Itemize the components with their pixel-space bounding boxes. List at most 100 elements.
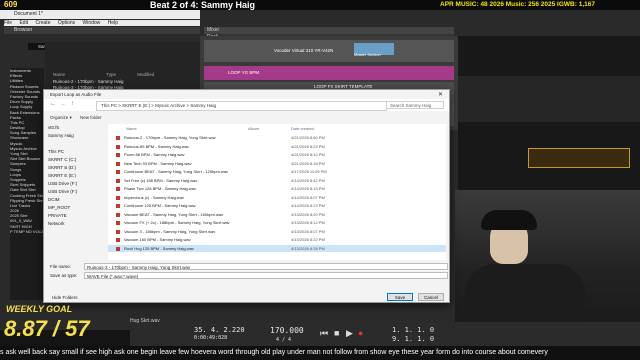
column-album[interactable]: Album: [248, 126, 259, 131]
col-name[interactable]: Name: [53, 72, 65, 77]
tree-item[interactable]: Network: [48, 220, 104, 228]
loop-start[interactable]: 1. 1. 1. 0: [392, 326, 434, 334]
tree-item[interactable]: Sammy Haig: [48, 132, 104, 140]
file-row[interactable]: Phase Two 128 BPM - Sammy Haig.wav 4/14/2…: [108, 185, 446, 193]
file-name-input[interactable]: Ruinous-3 - 170bpm - Sammy Haig, Yung Sk…: [84, 263, 448, 270]
column-date[interactable]: Date created: [291, 126, 314, 131]
file-row[interactable]: Rock Hug 125 BPM - Sammy Haig.wav 4/13/20…: [108, 244, 446, 253]
browser-file-name: Ruinous-2 - 170bpm - Sammy Haig: [53, 79, 124, 84]
tree-item[interactable]: [48, 140, 104, 148]
streamer-body: [465, 264, 585, 330]
file-row[interactable]: Vacuum 3 - 186bpm - Sammy Haig, Yung Skr…: [108, 228, 446, 236]
menu-help[interactable]: Help: [108, 20, 118, 26]
file-row[interactable]: Poom 88 BPM - Sammy Haig.wav 4/21/2026 8:…: [108, 151, 446, 159]
file-date: 4/14/2026 8:22 PM: [291, 203, 325, 208]
file-row[interactable]: Vacuum BEAT - Sammy Haig, Yung Skrrt - 1…: [108, 211, 446, 219]
file-row[interactable]: Set Free (c) 158 BPM - Sammy Haig.wav 4/1…: [108, 177, 446, 185]
breadcrumb[interactable]: This PC > SKRRT Е (E:) > Mysoic Archive …: [96, 101, 387, 111]
audio-file-icon: [116, 195, 120, 200]
time-readout[interactable]: 0:00:49:028: [194, 335, 227, 341]
tree-item[interactable]: SKRRT Б (D:): [48, 164, 104, 172]
loop-label: LOOP YG BPM: [228, 70, 260, 75]
audio-file-icon: [116, 144, 120, 149]
dialog-title: Export Loop as Audio File: [50, 92, 102, 97]
file-name: Vacuum 160 BPM - Sammy Haig.wav: [124, 237, 191, 242]
cancel-button[interactable]: Cancel: [418, 293, 444, 301]
mixer-label: Mixer: [207, 27, 220, 33]
tree-item[interactable]: DCIM: [48, 196, 104, 204]
left-counter: 609: [4, 0, 18, 9]
hide-folders-button[interactable]: Hide Folders: [52, 295, 78, 300]
file-date: 4/14/2026 8:42 PM: [291, 177, 325, 183]
tree-item[interactable]: SKRRT Е (E:): [48, 172, 104, 180]
file-row[interactable]: Impervious (c) - Sammy Haig.wav 4/14/2026…: [108, 194, 446, 202]
loop-end[interactable]: 9. 1. 1. 0: [392, 335, 434, 343]
file-name: Ruinous-2 - 170bpm - Sammy Haig, Yung Sk…: [124, 135, 216, 140]
col-modified[interactable]: Modified: [137, 72, 154, 77]
tree-item[interactable]: This PC: [48, 148, 104, 156]
close-icon[interactable]: ✕: [438, 91, 443, 98]
save-button[interactable]: Save: [387, 293, 413, 301]
mixer-header[interactable]: Mixer: [204, 27, 454, 34]
goal-value: 8.87 / 57: [4, 316, 90, 341]
search-input[interactable]: Search Sammy Haig: [386, 101, 444, 109]
file-row[interactable]: New Tech 93 BPM - Sammy Haig.wav 4/21/202…: [108, 160, 446, 168]
file-date: 4/14/2026 8:13 PM: [291, 186, 325, 191]
menu-file[interactable]: File: [4, 20, 12, 26]
master-section[interactable]: Master Section: [354, 43, 394, 57]
time-signature[interactable]: 4 / 4: [276, 337, 291, 343]
rewind-icon[interactable]: ⏮: [320, 328, 328, 339]
loop-device[interactable]: LOOP YG BPM: [204, 66, 454, 80]
save-type-select[interactable]: WAVE File (*.wav;*.wave): [84, 272, 448, 279]
file-row[interactable]: Continuum 125 BPM - Sammy Haig.wav 4/14/2…: [108, 202, 446, 210]
file-date: 4/21/2026 8:50 PM: [291, 135, 325, 140]
menu-edit[interactable]: Edit: [19, 20, 28, 26]
position-readout[interactable]: 35. 4. 2.220: [194, 326, 245, 334]
sidebar-item[interactable]: P TEMP NO VOCAL: [10, 229, 44, 234]
tree-item[interactable]: PRIVATE: [48, 212, 104, 220]
file-row[interactable]: Vacuum 160 BPM - Sammy Haig.wav 4/13/2026…: [108, 236, 446, 244]
tree-item[interactable]: vt0.f5: [48, 124, 104, 132]
up-arrow-icon[interactable]: ↑: [71, 101, 74, 107]
goal-label: WEEKLY GOAL: [6, 304, 73, 314]
play-icon[interactable]: ▶: [346, 328, 353, 339]
sidebar-item[interactable]: Back Extensions: [10, 110, 44, 115]
file-name: Set Free (c) 158 BPM - Sammy Haig.wav: [124, 177, 198, 183]
weekly-goal-overlay: WEEKLY GOAL 8.87 / 57: [0, 302, 130, 346]
address-bar-row: ← → ↑ This PC > SKRRT Е (E:) > Mysoic Ar…: [44, 99, 449, 111]
tree-item[interactable]: SKRRT C (C:): [48, 156, 104, 164]
vocoder-label: Vocoder Virtual 310 YR-V42N: [274, 48, 334, 53]
tempo-readout[interactable]: 170.000: [270, 326, 304, 335]
vocoder-device[interactable]: Vocoder Virtual 310 YR-V42N Master Secti…: [204, 40, 454, 62]
menu-options[interactable]: Options: [58, 20, 75, 26]
menu-create[interactable]: Create: [35, 20, 50, 26]
stream-top-bar: 609 Beat 2 of 4: Sammy Haig APR MUSIC: 4…: [0, 0, 640, 10]
sidebar-item[interactable]: Cooking Fresh Sbrt: [10, 193, 44, 198]
audio-file-icon: [116, 170, 120, 174]
record-icon[interactable]: ●: [358, 328, 363, 338]
file-name: Poom 88 BPM - Sammy Haig.wav: [124, 152, 185, 157]
file-date: 4/13/2026 8:22 PM: [291, 237, 325, 242]
tree-item[interactable]: USB Drive (F:): [48, 188, 104, 196]
file-row[interactable]: Ruinous-85 BPM - Sammy Haig.wav 4/21/2026…: [108, 143, 446, 151]
tree-item[interactable]: MP_ROOT: [48, 204, 104, 212]
organize-button[interactable]: Organize ▾: [50, 115, 72, 121]
tree-item[interactable]: USB Drive (F:): [48, 180, 104, 188]
col-type[interactable]: Type: [106, 72, 116, 77]
forward-arrow-icon[interactable]: →: [60, 101, 66, 107]
stop-icon[interactable]: ■: [334, 328, 339, 338]
back-arrow-icon[interactable]: ←: [50, 101, 56, 107]
file-row[interactable]: Ruinous-2 - 170bpm - Sammy Haig, Yung Sk…: [108, 134, 446, 142]
audio-file-icon: [116, 221, 120, 225]
new-folder-button[interactable]: New folder: [80, 115, 102, 120]
file-date: 4/21/2026 8:12 PM: [291, 152, 325, 157]
transport-bar: 35. 4. 2.220 0:00:49:028 170.000 4 / 4 ⏮…: [130, 318, 640, 346]
column-name[interactable]: Name: [126, 126, 137, 131]
menu-window[interactable]: Window: [83, 20, 101, 26]
file-row[interactable]: Vacuum FX (+ 2c) - 188bpm - Sammy Haig, …: [108, 219, 446, 227]
file-name: Continuum BEAT - Sammy Haig, Yung Skrrt …: [124, 169, 229, 174]
file-row[interactable]: Continuum BEAT - Sammy Haig, Yung Skrrt …: [108, 168, 446, 176]
browser-file-row[interactable]: Ruinous-2 - 170bpm - Sammy Haig: [53, 79, 124, 84]
file-name: Vacuum 3 - 186bpm - Sammy Haig, Yung Skr…: [124, 228, 216, 234]
title-bar: Document 1*: [0, 10, 200, 19]
